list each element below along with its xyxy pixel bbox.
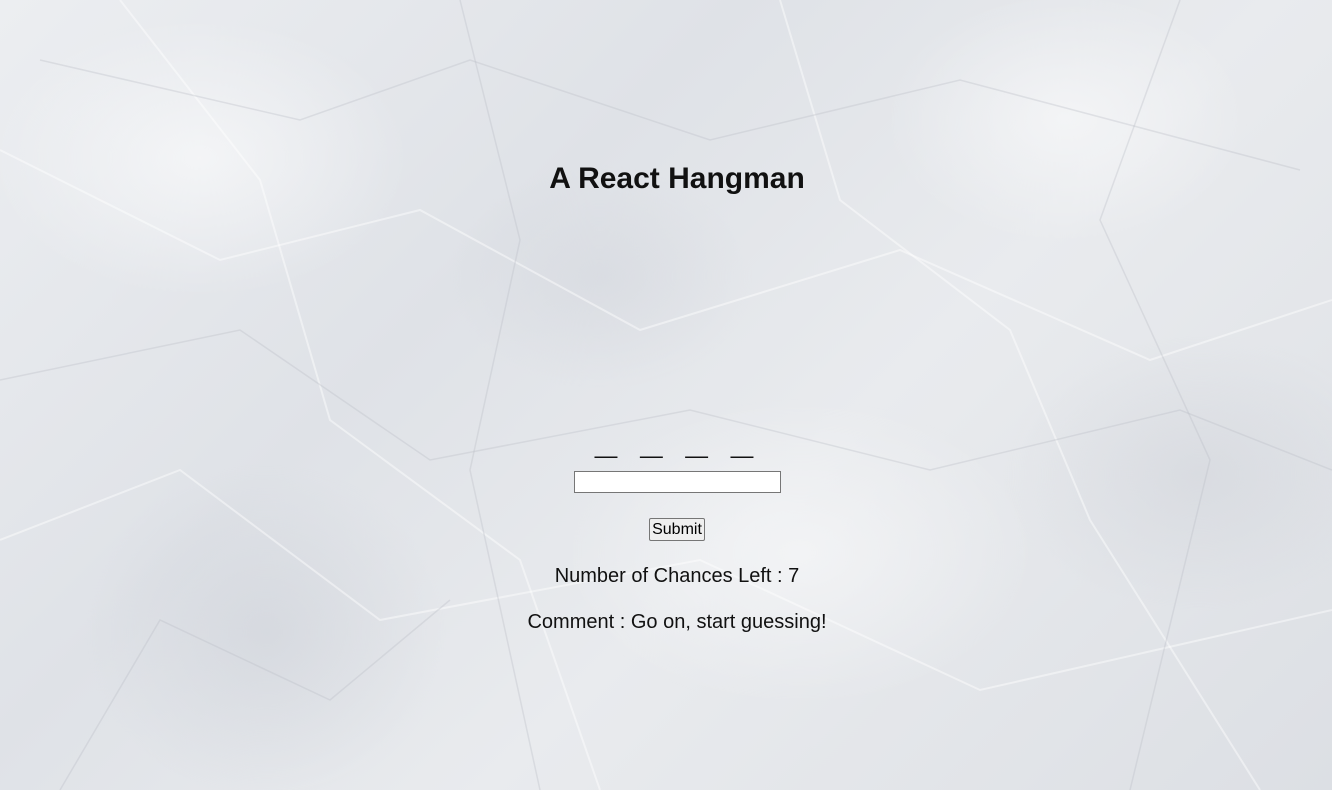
comment-text: Comment : Go on, start guessing! <box>527 611 827 633</box>
page-title: A React Hangman <box>549 162 805 195</box>
word-blanks: _ _ _ _ <box>594 418 760 462</box>
chances-left-text: Number of Chances Left : 7 <box>554 565 800 587</box>
hangman-game: A React Hangman _ _ _ _ Submit Number of… <box>0 0 1332 790</box>
submit-button[interactable]: Submit <box>649 518 705 541</box>
guess-input[interactable] <box>574 471 781 493</box>
